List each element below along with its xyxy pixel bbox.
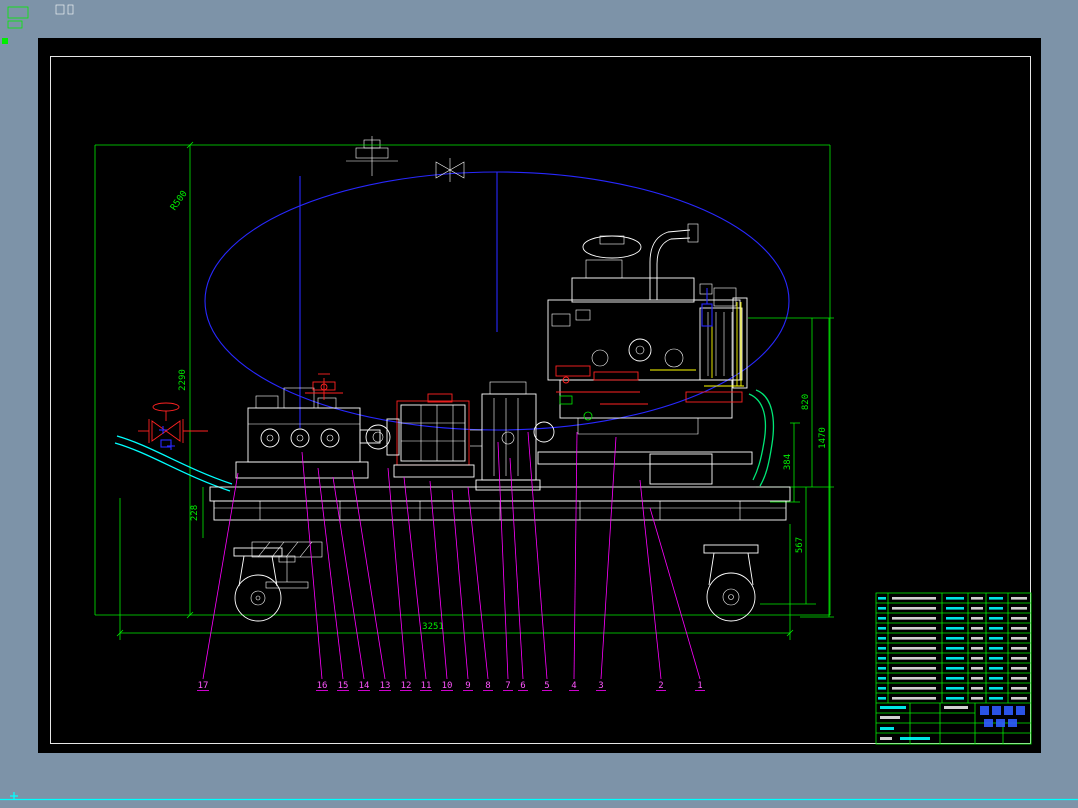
dim-right-overall: 1470 [818,427,828,449]
drawing-canvas[interactable]: 2290 228 3251 384 820 1470 567 R500 17 1… [0,0,1078,808]
balloon-15: 15 [338,681,349,691]
balloon-12: 12 [401,681,412,691]
balloon-13: 13 [380,681,391,691]
balloon-17: 17 [198,681,209,691]
dim-a: 384 [783,454,793,470]
balloon-11: 11 [421,681,432,691]
dim-base-height: 228 [190,505,200,521]
balloon-7: 7 [505,681,510,691]
balloon-2: 2 [658,681,663,691]
balloon-9: 9 [465,681,470,691]
balloon-6: 6 [520,681,525,691]
balloon-1: 1 [697,681,702,691]
dim-overall-height: 2290 [178,369,188,391]
dim-overall-length: 3251 [422,622,444,632]
application-window: 2290 228 3251 384 820 1470 567 R500 17 1… [0,0,1078,808]
dim-engine-height: 820 [801,394,811,410]
balloon-10: 10 [442,681,453,691]
balloon-4: 4 [571,681,576,691]
balloon-14: 14 [359,681,370,691]
balloon-16: 16 [317,681,328,691]
balloon-8: 8 [485,681,490,691]
dim-b: 567 [795,537,805,553]
balloon-3: 3 [598,681,603,691]
balloon-5: 5 [544,681,549,691]
